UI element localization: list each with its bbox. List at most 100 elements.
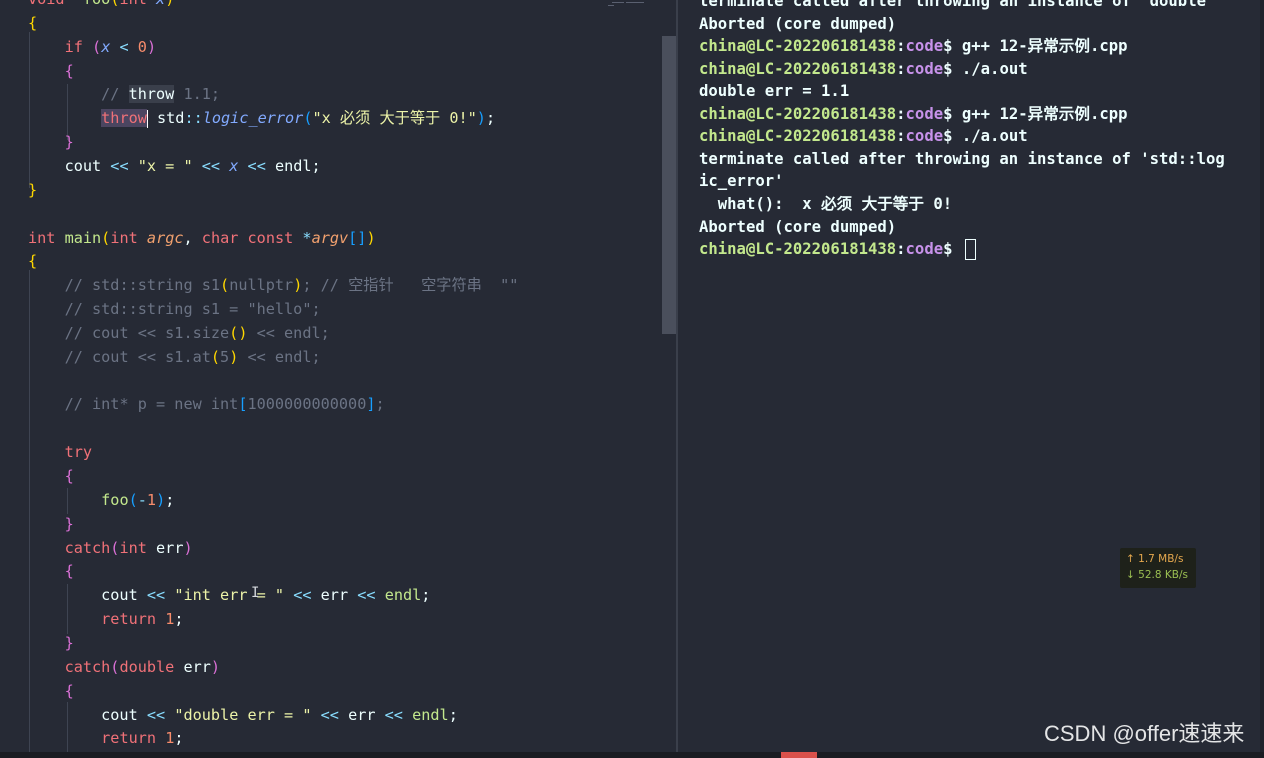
code-line[interactable]: catch(double err) (28, 656, 220, 678)
code-token: // std::string s1 = "hello"; (64, 300, 321, 319)
code-token: ; (174, 729, 184, 748)
code-token: 1 (165, 729, 175, 748)
code-token: cout (28, 705, 147, 724)
prompt-path: code (905, 37, 944, 56)
minimap[interactable] (606, 0, 648, 8)
prompt-path: code (905, 104, 944, 123)
code-token: err (338, 705, 385, 724)
code-token: std (147, 109, 185, 128)
code-token: ; (421, 586, 431, 605)
code-token: try (64, 443, 93, 462)
code-line[interactable]: foo(-1); (28, 489, 174, 511)
prompt-command: ./a.out (952, 59, 1028, 78)
code-line[interactable]: } (28, 131, 74, 153)
code-token: - (137, 490, 147, 509)
prompt-symbol: $ (943, 127, 953, 146)
code-token: if (64, 37, 83, 56)
code-token: ) (210, 657, 221, 676)
code-line[interactable]: // std::string s1 = "hello"; (28, 298, 321, 320)
code-line[interactable]: // cout << s1.at(5) << endl; (28, 346, 321, 368)
code-line[interactable]: // int* p = new int[1000000000000]; (28, 393, 385, 415)
terminal-cursor[interactable] (964, 239, 976, 261)
code-line[interactable]: // throw 1.1; (28, 83, 220, 105)
code-token: 0 (137, 37, 147, 56)
code-token: foo (101, 490, 129, 509)
code-line[interactable]: } (28, 632, 74, 654)
code-line[interactable]: { (28, 465, 74, 487)
prompt-user-host: china@LC-202206181438 (699, 59, 897, 78)
code-token: ( (101, 228, 111, 247)
code-token: { (64, 467, 74, 485)
code-token: err (311, 586, 358, 605)
code-token: << (357, 586, 376, 605)
code-token: endl (412, 705, 449, 724)
terminal-panel[interactable]: terminate called after throwing an insta… (678, 0, 1260, 752)
code-token: ; (174, 610, 184, 629)
code-line[interactable]: } (28, 179, 37, 201)
code-line[interactable]: // cout << s1.size() << endl; (28, 322, 330, 344)
code-line[interactable]: try (28, 441, 92, 463)
code-line[interactable]: int main(int argc, char const *argv[]) (28, 227, 376, 249)
code-line[interactable]: return 1; (28, 608, 184, 630)
code-line[interactable]: cout << "x = " << x << endl; (28, 155, 321, 177)
code-editor[interactable]: void foo(int x) { if (x < 0) { // throw 1… (0, 0, 662, 752)
code-line[interactable]: if (x < 0) (28, 36, 157, 58)
code-line[interactable]: { (28, 60, 74, 82)
terminal-text: terminate called after throwing an insta… (699, 0, 1216, 10)
prompt-command (953, 240, 962, 258)
code-token: int (119, 0, 146, 8)
prompt-symbol: $ (943, 37, 953, 56)
code-line[interactable]: // std::string s1(nullptr); // 空指针 空字符串 … (28, 274, 519, 296)
code-token: ; (165, 490, 175, 509)
terminal-line: Aborted (core dumped) (699, 13, 896, 35)
code-token: foo (83, 0, 110, 8)
code-token: char (201, 228, 239, 247)
code-token: << (384, 705, 403, 724)
terminal-line: china@LC-202206181438:code$ ./a.out (699, 58, 1028, 80)
code-line[interactable]: { (28, 680, 74, 702)
code-line[interactable]: return 1; (28, 727, 184, 749)
prompt-separator: : (896, 59, 906, 78)
code-line[interactable]: cout << "int err = " << err << endl; (28, 584, 430, 606)
code-line[interactable]: cout << "double err = " << err << endl; (28, 704, 458, 726)
code-token: ) (183, 538, 193, 557)
taskbar-active-indicator (781, 752, 817, 758)
code-token: } (64, 633, 74, 652)
code-line[interactable]: catch(int err) (28, 537, 193, 559)
code-line[interactable]: throw std::logic_error("x 必须 大于等于 0!"); (28, 107, 495, 129)
terminal-text: Aborted (core dumped) (699, 14, 897, 33)
code-token: double (119, 657, 175, 676)
code-line[interactable]: { (28, 12, 37, 34)
code-line[interactable]: void foo(int x) (28, 0, 174, 10)
code-token: logic_error (202, 109, 304, 128)
editor-scrollbar-thumb[interactable] (662, 36, 676, 334)
code-token: ) (476, 109, 486, 128)
code-line[interactable]: { (28, 560, 74, 582)
code-token: ) (146, 37, 157, 56)
code-token: void (28, 0, 65, 8)
code-token: << (146, 586, 166, 605)
download-speed: ↓ 52.8 KB/s (1126, 569, 1188, 581)
code-token: argc (146, 228, 184, 247)
bottom-taskbar-strip (0, 752, 1264, 758)
code-line[interactable]: } (28, 513, 74, 535)
terminal-scrollbar[interactable] (1260, 0, 1264, 752)
code-token: () (229, 323, 248, 342)
code-line[interactable]: { (28, 250, 37, 272)
prompt-separator: : (896, 37, 906, 56)
code-token: ; (375, 395, 385, 414)
code-token: << (146, 705, 166, 724)
